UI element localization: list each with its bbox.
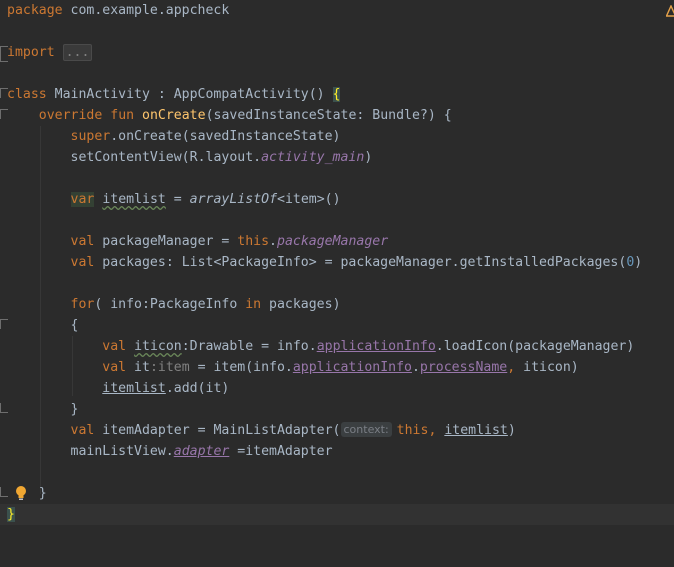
keyword: val	[102, 339, 127, 354]
keyword: super	[70, 129, 111, 144]
keyword: val	[70, 255, 95, 270]
code-line-18[interactable]: val it:item = item(info.applicationInfo.…	[0, 357, 674, 378]
code-line-22[interactable]: mainListView.adapter =itemAdapter	[0, 441, 674, 462]
keyword: override	[38, 108, 103, 123]
code-text: .loadIcon(packageManager)	[435, 339, 635, 354]
code-text: .	[411, 360, 420, 375]
code-line-6[interactable]: override fun onCreate(savedInstanceState…	[0, 105, 674, 126]
code-text: it	[126, 360, 150, 375]
variable-name: itemlist	[444, 423, 508, 438]
code-text: <item>()	[277, 192, 341, 207]
code-line-8[interactable]: setContentView(R.layout.activity_main)	[0, 147, 674, 168]
code-line-20[interactable]: }	[0, 399, 674, 420]
code-text: mainListView.	[70, 444, 174, 459]
code-line-13[interactable]: val packages: List<PackageInfo> = packag…	[0, 252, 674, 273]
property: activity_main	[261, 150, 365, 165]
type-annotation: :item	[149, 360, 190, 375]
property: adapter	[173, 444, 230, 459]
keyword: class	[7, 87, 47, 102]
code-text: = item(info.	[189, 360, 293, 375]
function-call: arrayListOf	[189, 192, 278, 207]
warning-icon[interactable]	[666, 5, 674, 17]
code-text: .	[269, 234, 277, 249]
close-brace: }	[70, 402, 79, 417]
function-params: (savedInstanceState: Bundle?) {	[205, 108, 452, 123]
keyword: import	[7, 45, 55, 60]
code-line-24[interactable]: }	[0, 483, 674, 504]
keyword: for	[70, 297, 95, 312]
code-line-25[interactable]: }	[0, 504, 674, 525]
code-line-3[interactable]: import ...	[0, 42, 674, 63]
code-text: )	[364, 150, 373, 165]
code-text: .add(it)	[165, 381, 230, 396]
close-brace: }	[38, 486, 47, 501]
keyword: package	[7, 3, 63, 18]
keyword: this	[396, 423, 429, 438]
property: applicationInfo	[292, 360, 412, 375]
code-line-1[interactable]: package com.example.appcheck	[0, 0, 674, 21]
keyword: this	[237, 234, 270, 249]
code-line-17[interactable]: val iticon:Drawable = info.applicationIn…	[0, 336, 674, 357]
property: packageManager	[277, 234, 389, 249]
code-text: iticon)	[515, 360, 579, 375]
keyword: val	[70, 423, 95, 438]
keyword: fun	[110, 108, 135, 123]
comma: ,	[428, 423, 437, 438]
code-text: itemAdapter = MainListAdapter(	[94, 423, 341, 438]
matched-brace: }	[7, 507, 15, 522]
class-declaration: MainActivity : AppCompatActivity()	[46, 87, 333, 102]
code-line-10[interactable]: var itemlist = arrayListOf<item>()	[0, 189, 674, 210]
open-brace: {	[70, 318, 79, 333]
function-name: onCreate	[142, 108, 206, 123]
code-line-16[interactable]: {	[0, 315, 674, 336]
code-text: ( info:PackageInfo	[94, 297, 246, 312]
code-text: :Drawable = info.	[181, 339, 317, 354]
variable-name: itemlist	[102, 192, 166, 207]
property: applicationInfo	[316, 339, 436, 354]
variable-name: iticon	[134, 339, 182, 354]
code-line-19[interactable]: itemlist.add(it)	[0, 378, 674, 399]
package-name: com.example.appcheck	[62, 3, 230, 18]
keyword: val	[102, 360, 127, 375]
code-text: .onCreate(savedInstanceState)	[110, 129, 341, 144]
keyword: var	[70, 192, 95, 207]
code-line-21[interactable]: val itemAdapter = MainListAdapter(contex…	[0, 420, 674, 441]
code-text: )	[634, 255, 643, 270]
parameter-hint: context:	[340, 422, 392, 437]
property: processName	[419, 360, 508, 375]
code-text: =itemAdapter	[229, 444, 333, 459]
code-line-12[interactable]: val packageManager = this.packageManager	[0, 231, 674, 252]
code-editor[interactable]: package com.example.appcheck import ... …	[0, 0, 674, 540]
code-line-5[interactable]: class MainActivity : AppCompatActivity()…	[0, 84, 674, 105]
code-text: packages)	[261, 297, 341, 312]
code-text: packageManager =	[94, 234, 238, 249]
keyword: in	[245, 297, 262, 312]
matched-brace: {	[332, 87, 341, 102]
folded-imports[interactable]: ...	[62, 44, 93, 61]
code-text: )	[507, 423, 516, 438]
code-text: =	[165, 192, 190, 207]
comma: ,	[507, 360, 516, 375]
lightbulb-icon[interactable]	[14, 485, 28, 501]
code-line-7[interactable]: super.onCreate(savedInstanceState)	[0, 126, 674, 147]
code-text: setContentView(R.layout.	[70, 150, 262, 165]
variable-name: itemlist	[102, 381, 166, 396]
code-line-15[interactable]: for( info:PackageInfo in packages)	[0, 294, 674, 315]
keyword: val	[70, 234, 95, 249]
code-text: packages: List<PackageInfo> = packageMan…	[94, 255, 627, 270]
